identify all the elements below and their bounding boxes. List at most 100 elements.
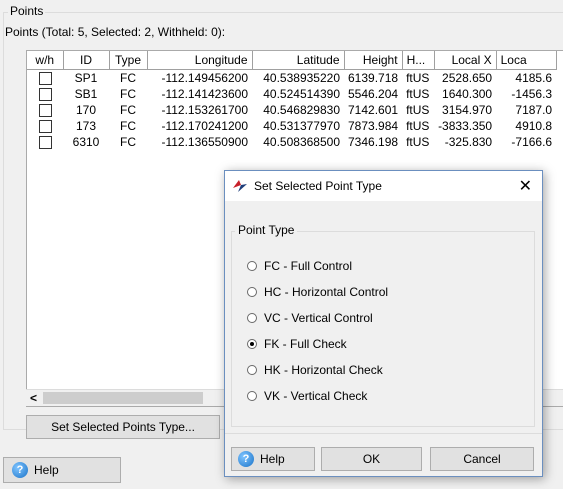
points-summary: Points (Total: 5, Selected: 2, Withheld:… bbox=[5, 25, 226, 39]
cell-local-y: 7187.0 bbox=[515, 103, 553, 117]
close-icon[interactable]: ✕ bbox=[519, 176, 532, 196]
ok-button[interactable]: OK bbox=[321, 447, 422, 471]
cell-latitude: 40.538935220 bbox=[263, 71, 340, 85]
table-row[interactable]: 6310 FC -112.136550900 40.508368500 7346… bbox=[27, 134, 556, 150]
radio-button[interactable] bbox=[247, 391, 257, 401]
radio-label: HC - Horizontal Control bbox=[264, 285, 389, 299]
cell-h-unit: ftUS bbox=[406, 119, 430, 133]
cell-type: FC bbox=[120, 87, 136, 101]
radio-label: FK - Full Check bbox=[264, 337, 347, 351]
radio-button[interactable] bbox=[247, 365, 257, 375]
help-icon: ? bbox=[12, 462, 28, 478]
cell-longitude: -112.149456200 bbox=[161, 71, 248, 85]
radio-option-vc[interactable]: VC - Vertical Control bbox=[247, 311, 373, 325]
cell-height: 5546.204 bbox=[348, 87, 399, 101]
cell-type: FC bbox=[120, 103, 136, 117]
cell-local-x: 3154.970 bbox=[442, 103, 493, 117]
cell-latitude: 40.508368500 bbox=[263, 135, 340, 149]
radio-label: HK - Horizontal Check bbox=[264, 363, 383, 377]
cancel-label: Cancel bbox=[463, 452, 501, 466]
cell-id: 170 bbox=[75, 103, 97, 117]
cell-local-y: -1456.3 bbox=[511, 87, 553, 101]
cell-latitude: 40.524514390 bbox=[263, 87, 340, 101]
cell-latitude: 40.546829830 bbox=[263, 103, 340, 117]
cell-type: FC bbox=[120, 119, 136, 133]
dialog-title: Set Selected Point Type bbox=[254, 179, 382, 193]
app-icon bbox=[233, 180, 247, 192]
cell-type: FC bbox=[120, 135, 136, 149]
points-group-legend: Points bbox=[8, 4, 46, 18]
cell-local-y: -7166.6 bbox=[511, 135, 553, 149]
set-point-type-dialog: Set Selected Point Type ✕ Point Type FC … bbox=[224, 170, 543, 477]
cell-id: 173 bbox=[75, 119, 97, 133]
col-header-local-y[interactable]: Loca bbox=[496, 51, 557, 70]
cell-h-unit: ftUS bbox=[406, 71, 430, 85]
col-header-type[interactable]: Type bbox=[109, 51, 148, 70]
dialog-separator bbox=[225, 433, 542, 434]
cell-longitude: -112.170241200 bbox=[161, 119, 248, 133]
radio-label: VC - Vertical Control bbox=[264, 311, 373, 325]
radio-option-hk[interactable]: HK - Horizontal Check bbox=[247, 363, 383, 377]
set-selected-points-type-button[interactable]: Set Selected Points Type... bbox=[26, 415, 220, 439]
cell-h-unit: ftUS bbox=[406, 135, 430, 149]
cell-local-x: -325.830 bbox=[444, 135, 493, 149]
point-type-legend: Point Type bbox=[235, 223, 298, 237]
withheld-checkbox[interactable] bbox=[38, 120, 52, 134]
cell-height: 6139.718 bbox=[348, 71, 399, 85]
col-header-h-unit[interactable]: H... bbox=[402, 51, 435, 70]
radio-button[interactable] bbox=[247, 261, 257, 271]
radio-button[interactable] bbox=[247, 313, 257, 323]
radio-option-hc[interactable]: HC - Horizontal Control bbox=[247, 285, 388, 299]
cell-h-unit: ftUS bbox=[406, 103, 430, 117]
main-help-button[interactable]: ? Help bbox=[3, 457, 121, 483]
col-header-longitude[interactable]: Longitude bbox=[147, 51, 253, 70]
col-header-wh[interactable]: w/h bbox=[27, 51, 64, 70]
points-table: w/h ID Type Longitude Latitude Height H.… bbox=[27, 51, 557, 150]
scroll-left-arrow-icon[interactable]: < bbox=[30, 391, 37, 405]
withheld-checkbox[interactable] bbox=[38, 104, 52, 118]
dialog-help-button[interactable]: ? Help bbox=[231, 447, 315, 471]
radio-option-vk[interactable]: VK - Vertical Check bbox=[247, 389, 367, 403]
cell-id: SP1 bbox=[74, 71, 98, 85]
radio-button[interactable] bbox=[247, 287, 257, 297]
cell-type: FC bbox=[120, 71, 136, 85]
cell-local-x: 1640.300 bbox=[442, 87, 493, 101]
ok-label: OK bbox=[362, 452, 381, 466]
col-header-id[interactable]: ID bbox=[63, 51, 110, 70]
cell-h-unit: ftUS bbox=[406, 87, 430, 101]
cell-local-x: 2528.650 bbox=[442, 71, 493, 85]
cell-latitude: 40.531377970 bbox=[263, 119, 340, 133]
cell-id: SB1 bbox=[74, 87, 98, 101]
dialog-help-label: Help bbox=[260, 452, 285, 466]
cell-height: 7873.984 bbox=[348, 119, 399, 133]
table-row[interactable]: SP1 FC -112.149456200 40.538935220 6139.… bbox=[27, 70, 556, 87]
cell-longitude: -112.136550900 bbox=[161, 135, 248, 149]
cell-local-y: 4910.8 bbox=[515, 119, 553, 133]
withheld-checkbox[interactable] bbox=[38, 136, 52, 150]
table-row[interactable]: 173 FC -112.170241200 40.531377970 7873.… bbox=[27, 118, 556, 134]
cell-local-x: -3833.350 bbox=[438, 119, 493, 133]
dialog-titlebar[interactable]: Set Selected Point Type ✕ bbox=[225, 171, 542, 201]
set-selected-points-type-label: Set Selected Points Type... bbox=[51, 420, 195, 434]
cell-height: 7346.198 bbox=[348, 135, 399, 149]
cancel-button[interactable]: Cancel bbox=[430, 447, 534, 471]
cell-local-y: 4185.6 bbox=[515, 71, 553, 85]
table-row[interactable]: SB1 FC -112.141423600 40.524514390 5546.… bbox=[27, 86, 556, 102]
radio-button-selected[interactable] bbox=[247, 339, 257, 349]
radio-label: FC - Full Control bbox=[264, 259, 353, 273]
col-header-local-x[interactable]: Local X bbox=[434, 51, 497, 70]
withheld-checkbox[interactable] bbox=[38, 72, 52, 86]
cell-id: 6310 bbox=[72, 135, 100, 149]
cell-longitude: -112.141423600 bbox=[161, 87, 248, 101]
col-header-height[interactable]: Height bbox=[344, 51, 403, 70]
radio-option-fc[interactable]: FC - Full Control bbox=[247, 259, 352, 273]
table-row[interactable]: 170 FC -112.153261700 40.546829830 7142.… bbox=[27, 102, 556, 118]
col-header-latitude[interactable]: Latitude bbox=[252, 51, 345, 70]
table-header-row: w/h ID Type Longitude Latitude Height H.… bbox=[27, 51, 557, 70]
radio-option-fk[interactable]: FK - Full Check bbox=[247, 337, 347, 351]
help-icon: ? bbox=[238, 451, 254, 467]
scrollbar-thumb[interactable] bbox=[43, 392, 203, 404]
main-help-label: Help bbox=[34, 463, 59, 477]
withheld-checkbox[interactable] bbox=[38, 88, 52, 102]
cell-longitude: -112.153261700 bbox=[161, 103, 248, 117]
